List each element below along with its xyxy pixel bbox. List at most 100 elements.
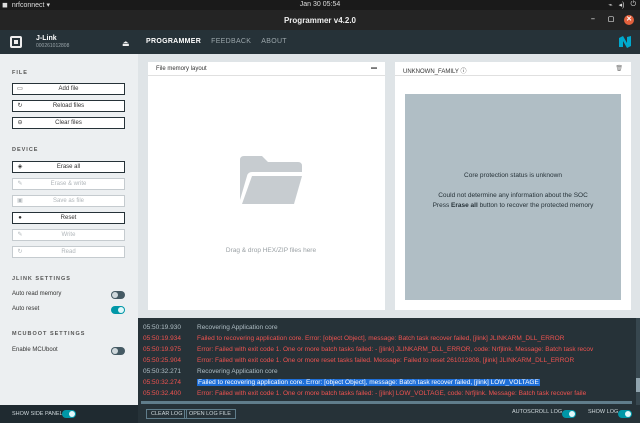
reload-files-label: Reload files bbox=[52, 103, 85, 109]
show-side-panel-toggle[interactable] bbox=[62, 410, 76, 418]
window-title: Programmer v4.2.0 bbox=[283, 16, 357, 25]
log-timestamp: 05:50:32.274 bbox=[143, 379, 181, 386]
chip-icon bbox=[10, 36, 22, 48]
log-message: Error: Failed with exit code 1. One or m… bbox=[197, 357, 575, 364]
read-button[interactable]: ↻ Read bbox=[12, 246, 125, 258]
log-message: Failed to recovering application core. E… bbox=[197, 335, 565, 342]
trash-icon[interactable]: 🗑 bbox=[615, 65, 623, 72]
log-timestamp: 05:50:19.975 bbox=[143, 346, 181, 353]
reset-icon: ● bbox=[18, 215, 22, 221]
log-timestamp: 05:50:19.930 bbox=[143, 324, 181, 331]
tab-about[interactable]: ABOUT bbox=[261, 38, 287, 45]
os-top-bar: ◼ nrfconnect ▾ Jan 30 05:54 ⌁ ◂) ⏻ bbox=[0, 0, 640, 10]
protection-status: Core protection status is unknown bbox=[464, 172, 562, 179]
drop-zone[interactable]: Drag & drop HEX/ZIP files here bbox=[206, 154, 336, 254]
network-icon[interactable]: ⌁ bbox=[608, 1, 612, 9]
erase-all-button[interactable]: ◈ Erase all bbox=[12, 161, 125, 173]
reset-button[interactable]: ● Reset bbox=[12, 212, 125, 224]
log-line[interactable]: 05:50:25.904 Error: Failed with exit cod… bbox=[138, 356, 640, 366]
volume-icon[interactable]: ◂) bbox=[619, 1, 625, 9]
log-message: Error: Failed with exit code 1. One or m… bbox=[197, 346, 594, 353]
reset-label: Reset bbox=[60, 215, 77, 221]
log-line[interactable]: 05:50:19.934 Failed to recovering applic… bbox=[138, 334, 640, 344]
file-section-title: FILE bbox=[12, 70, 28, 76]
autoscroll-log-toggle[interactable] bbox=[562, 410, 576, 418]
erase-all-label: Erase all bbox=[56, 164, 81, 170]
log-horizontal-scrollbar[interactable] bbox=[141, 401, 632, 404]
app-header: J-Link 000261012808 ⏏ PROGRAMMER FEEDBAC… bbox=[0, 30, 640, 54]
eraser-icon: ◈ bbox=[17, 164, 23, 170]
enable-mcuboot-toggle[interactable] bbox=[111, 347, 125, 355]
clear-files-label: Clear files bbox=[55, 120, 82, 126]
folder-open-icon bbox=[240, 156, 302, 204]
log-timestamp: 05:50:25.904 bbox=[143, 357, 181, 364]
nordic-logo-icon bbox=[619, 36, 631, 48]
device-serial: 000261012808 bbox=[36, 43, 70, 49]
unknown-memory-area: Core protection status is unknown Could … bbox=[405, 94, 621, 300]
eject-icon[interactable]: ⏏ bbox=[122, 39, 130, 48]
log-line[interactable]: 05:50:32.271 Recovering Application core bbox=[138, 367, 640, 377]
recover-hint-post: button to recover the protected memory bbox=[477, 202, 594, 209]
clear-files-button[interactable]: ⊖ Clear files bbox=[12, 117, 125, 129]
file-memory-panel[interactable]: File memory layout ▬ Drag & drop HEX/ZIP… bbox=[148, 62, 385, 310]
auto-read-memory-row: Auto read memory bbox=[12, 290, 125, 300]
log-line[interactable]: 05:50:32.400 Error: Failed with exit cod… bbox=[138, 389, 640, 399]
log-message: Error: Failed with exit code 1. One or m… bbox=[197, 390, 587, 397]
device-memory-panel: UNKNOWN_FAMILY ⓘ 🗑 Core protection statu… bbox=[395, 62, 631, 310]
enable-mcuboot-row: Enable MCUboot bbox=[12, 346, 125, 356]
write-label: Write bbox=[61, 232, 76, 238]
autoscroll-log-row: AUTOSCROLL LOG bbox=[512, 409, 576, 418]
drop-text: Drag & drop HEX/ZIP files here bbox=[225, 247, 317, 254]
save-as-file-button[interactable]: ▣ Save as file bbox=[12, 195, 125, 207]
show-log-row: SHOW LOG bbox=[588, 409, 632, 418]
log-message: Recovering Application core bbox=[197, 368, 278, 375]
write-icon: ✎ bbox=[17, 232, 23, 238]
auto-reset-toggle[interactable] bbox=[111, 306, 125, 314]
file-memory-title: File memory layout bbox=[156, 66, 207, 72]
recover-hint: Press Erase all button to recover the pr… bbox=[405, 202, 621, 209]
close-icon[interactable]: ✕ bbox=[624, 15, 634, 25]
soc-info-line: Could not determine any information abou… bbox=[438, 192, 588, 199]
window-title-bar: Programmer v4.2.0 – ▢ ✕ bbox=[0, 10, 640, 30]
add-file-label: Add file bbox=[58, 86, 79, 92]
log-panel[interactable]: 05:50:19.930 Recovering Application core… bbox=[138, 318, 640, 405]
read-icon: ↻ bbox=[17, 249, 23, 255]
device-selector[interactable]: J-Link 000261012808 ⏏ bbox=[10, 33, 134, 51]
log-timestamp: 05:50:32.400 bbox=[143, 390, 181, 397]
save-icon: ▣ bbox=[17, 198, 23, 204]
autoscroll-log-label: AUTOSCROLL LOG bbox=[512, 409, 563, 415]
sidebar: FILE ▭ Add file ↻ Reload files ⊖ Clear f… bbox=[0, 54, 138, 405]
log-timestamp: 05:50:19.934 bbox=[143, 335, 181, 342]
main-content: File memory layout ▬ Drag & drop HEX/ZIP… bbox=[138, 54, 640, 318]
device-name: J-Link bbox=[36, 35, 57, 42]
log-line-selected[interactable]: 05:50:32.274 Failed to recovering applic… bbox=[138, 378, 640, 388]
device-family-label: UNKNOWN_FAMILY bbox=[403, 69, 459, 75]
erase-write-button[interactable]: ✎ Erase & write bbox=[12, 178, 125, 190]
open-log-file-button[interactable]: OPEN LOG FILE bbox=[184, 409, 236, 419]
show-side-panel-row: SHOW SIDE PANEL bbox=[0, 405, 138, 423]
power-icon[interactable]: ⏻ bbox=[630, 1, 636, 9]
log-timestamp: 05:50:32.271 bbox=[143, 368, 181, 375]
device-memory-header: UNKNOWN_FAMILY ⓘ 🗑 bbox=[395, 62, 631, 76]
show-log-toggle[interactable] bbox=[618, 410, 632, 418]
write-button[interactable]: ✎ Write bbox=[12, 229, 125, 241]
recover-hint-bold: Erase all bbox=[451, 202, 478, 209]
log-message: Failed to recovering application core. E… bbox=[197, 379, 540, 386]
clear-log-button[interactable]: CLEAR LOG bbox=[146, 409, 188, 419]
log-vertical-scrollbar[interactable] bbox=[636, 318, 640, 405]
tab-programmer[interactable]: PROGRAMMER bbox=[146, 38, 201, 45]
log-line[interactable]: 05:50:19.975 Error: Failed with exit cod… bbox=[138, 345, 640, 355]
os-clock[interactable]: Jan 30 05:54 bbox=[0, 1, 640, 8]
maximize-icon[interactable]: ▢ bbox=[606, 15, 616, 25]
erase-write-label: Erase & write bbox=[50, 181, 87, 187]
tab-feedback[interactable]: FEEDBACK bbox=[211, 38, 251, 45]
minimize-icon[interactable]: – bbox=[588, 15, 598, 25]
save-as-file-label: Save as file bbox=[52, 198, 85, 204]
reload-files-button[interactable]: ↻ Reload files bbox=[12, 100, 125, 112]
auto-read-memory-toggle[interactable] bbox=[111, 291, 125, 299]
info-icon[interactable]: ⓘ bbox=[460, 69, 466, 75]
folder-icon[interactable]: ▬ bbox=[371, 65, 377, 71]
log-line[interactable]: 05:50:19.930 Recovering Application core bbox=[138, 323, 640, 333]
add-file-button[interactable]: ▭ Add file bbox=[12, 83, 125, 95]
pencil-icon: ✎ bbox=[17, 181, 23, 187]
